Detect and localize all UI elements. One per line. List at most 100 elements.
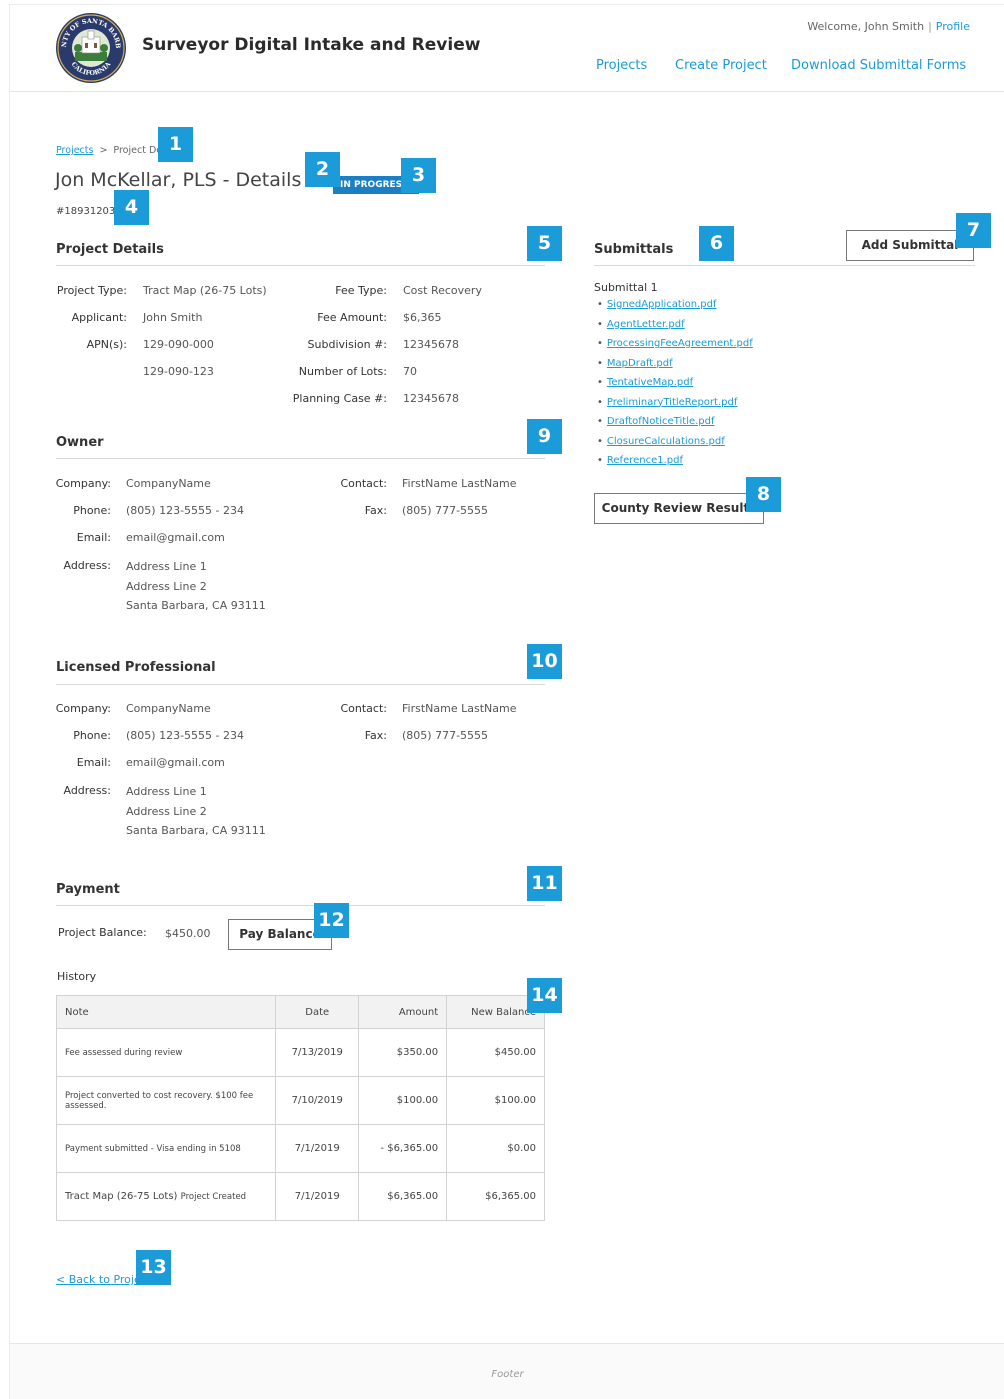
file-link[interactable]: MapDraft.pdf — [607, 358, 673, 369]
col-note: Note — [55, 995, 277, 1029]
list-item: • PreliminaryTitleReport.pdf — [597, 397, 753, 417]
row-balance: $6,365.00 — [446, 1172, 545, 1221]
county-seal-logo: COUNTY OF SANTA BARBARA CALIFORNIA — [55, 12, 126, 83]
project-balance-value: $450.00 — [165, 927, 211, 940]
payment-title: Payment — [56, 882, 120, 897]
planning-case-value: 12345678 — [403, 392, 459, 405]
owner-title: Owner — [56, 435, 104, 450]
bullet: • — [597, 299, 603, 310]
lp-address-label: Address: — [63, 784, 111, 797]
owner-email-label: Email: — [76, 531, 111, 544]
lp-email-value: email@gmail.com — [126, 756, 225, 769]
history-header-row: Note Date Amount New Balance — [55, 995, 545, 1029]
lp-address-line-1: Address Line 1 — [126, 785, 207, 798]
file-link[interactable]: Reference1.pdf — [607, 455, 683, 466]
row-balance: $450.00 — [446, 1028, 545, 1077]
page-title: Jon McKellar, PLS - Details — [55, 169, 302, 191]
subdivision-label: Subdivision #: — [307, 338, 387, 351]
lp-company-value: CompanyName — [126, 702, 211, 715]
submittal-file-list: • SignedApplication.pdf • AgentLetter.pdf … — [597, 299, 753, 475]
nav-projects[interactable]: Projects — [596, 58, 647, 73]
row-date: 7/13/2019 — [275, 1028, 360, 1077]
annotation-badge-4: 4 — [114, 190, 149, 225]
file-link[interactable]: DraftofNoticeTitle.pdf — [607, 416, 715, 427]
bullet: • — [597, 416, 603, 427]
row-amount: $350.00 — [358, 1028, 448, 1077]
list-item: • SignedApplication.pdf — [597, 299, 753, 319]
bullet: • — [597, 396, 603, 408]
project-id: #18931203 — [56, 206, 116, 217]
owner-address-line-3: Santa Barbara, CA 93111 — [126, 599, 266, 612]
payment-history-table: Note Date Amount New Balance Fee assesse… — [55, 995, 545, 1221]
file-link[interactable]: SignedApplication.pdf — [607, 299, 717, 310]
breadcrumb-separator: > — [99, 145, 108, 156]
list-item: • MapDraft.pdf — [597, 358, 753, 378]
row-amount: - $6,365.00 — [358, 1124, 448, 1173]
footer-text: Footer — [491, 1369, 524, 1380]
lp-address-line-3: Santa Barbara, CA 93111 — [126, 824, 266, 837]
breadcrumb-projects[interactable]: Projects — [56, 145, 93, 156]
file-link[interactable]: ProcessingFeeAgreement.pdf — [607, 338, 753, 349]
row-date: 7/1/2019 — [275, 1124, 360, 1173]
annotation-badge-9: 9 — [527, 419, 562, 454]
submittal-1-label: Submittal 1 — [594, 281, 658, 294]
apn-value-1: 129-090-000 — [143, 338, 214, 351]
site-header: COUNTY OF SANTA BARBARA CALIFORNIA Surve… — [10, 5, 1004, 92]
lp-phone-label: Phone: — [73, 729, 111, 742]
row-amount: $6,365.00 — [358, 1172, 448, 1221]
annotation-badge-10: 10 — [527, 644, 562, 679]
file-link[interactable]: ClosureCalculations.pdf — [607, 436, 725, 447]
breadcrumb: Projects > Project De — [56, 145, 162, 156]
owner-divider — [56, 458, 545, 459]
lp-fax-value: (805) 777-5555 — [402, 729, 489, 742]
site-footer: Footer — [10, 1343, 1004, 1399]
bullet: • — [597, 455, 603, 466]
fee-type-value: Cost Recovery — [403, 284, 482, 297]
subdivision-value: 12345678 — [403, 338, 459, 351]
lp-fax-label: Fax: — [364, 729, 387, 742]
lp-address-line-2: Address Line 2 — [126, 805, 207, 818]
file-link[interactable]: AgentLetter.pdf — [607, 319, 685, 330]
owner-contact-value: FirstName LastName — [402, 477, 517, 490]
annotation-badge-11: 11 — [527, 866, 562, 901]
file-link[interactable]: TentativeMap.pdf — [607, 377, 693, 388]
lp-contact-label: Contact: — [340, 702, 387, 715]
table-row: Payment submitted - Visa ending in 5108 … — [55, 1124, 545, 1173]
bullet: • — [597, 435, 603, 447]
project-balance-label: Project Balance: — [58, 926, 147, 939]
county-review-results-button[interactable]: County Review Results — [594, 493, 764, 524]
nav-create-project[interactable]: Create Project — [675, 58, 767, 73]
list-item: • TentativeMap.pdf — [597, 377, 753, 397]
table-row: Fee assessed during review 7/13/2019 $35… — [55, 1028, 545, 1077]
nav-download-forms[interactable]: Download Submittal Forms — [791, 58, 966, 73]
payment-divider — [56, 905, 545, 906]
list-item: • DraftofNoticeTitle.pdf — [597, 416, 753, 436]
annotation-badge-14: 14 — [527, 978, 562, 1013]
owner-company-value: CompanyName — [126, 477, 211, 490]
annotation-badge-5: 5 — [527, 226, 562, 261]
annotation-badge-12: 12 — [314, 903, 349, 938]
owner-company-label: Company: — [55, 477, 111, 490]
project-details-title: Project Details — [56, 242, 164, 257]
add-submittal-button[interactable]: Add Submittal — [846, 230, 974, 261]
owner-fax-label: Fax: — [364, 504, 387, 517]
lp-phone-value: (805) 123-5555 - 234 — [126, 729, 244, 742]
welcome-text: Welcome, John Smith — [807, 20, 925, 33]
back-to-projects-link[interactable]: < Back to Proje — [56, 1273, 141, 1286]
bullet: • — [597, 357, 603, 369]
bullet: • — [597, 338, 603, 349]
fee-amount-value: $6,365 — [403, 311, 442, 324]
file-link[interactable]: PreliminaryTitleReport.pdf — [607, 397, 737, 408]
row-amount: $100.00 — [358, 1076, 448, 1125]
list-item: • ClosureCalculations.pdf — [597, 436, 753, 456]
list-item: • Reference1.pdf — [597, 455, 753, 475]
row-date: 7/1/2019 — [275, 1172, 360, 1221]
owner-fax-value: (805) 777-5555 — [402, 504, 489, 517]
owner-email-value: email@gmail.com — [126, 531, 225, 544]
annotation-badge-8: 8 — [746, 477, 781, 512]
profile-link[interactable]: Profile — [936, 20, 970, 33]
owner-contact-label: Contact: — [340, 477, 387, 490]
number-of-lots-value: 70 — [403, 365, 417, 378]
planning-case-label: Planning Case #: — [292, 392, 387, 405]
user-welcome: Welcome, John Smith | Profile — [807, 20, 970, 33]
